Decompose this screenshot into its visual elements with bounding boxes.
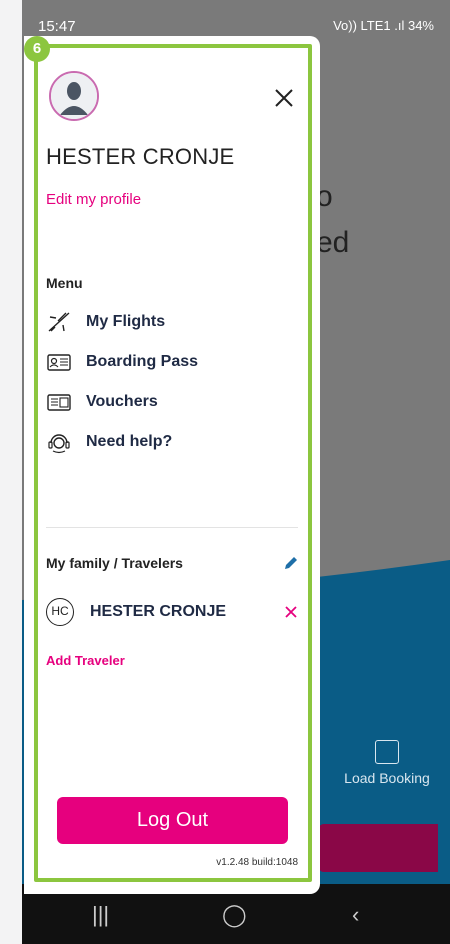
status-time: 15:47 [38, 18, 76, 35]
status-indicators: Vo)) LTE1 .ıl 34% [333, 18, 434, 33]
background-text-2: ed [316, 226, 350, 259]
home-icon[interactable]: ◯ [222, 902, 247, 928]
back-icon[interactable]: ‹ [352, 902, 359, 928]
step-badge: 6 [24, 36, 50, 62]
load-booking-label: Load Booking [344, 770, 430, 786]
calendar-icon [375, 740, 399, 764]
status-bar: 15:47 Vo)) LTE1 .ıl 34% [22, 0, 450, 35]
load-booking-button[interactable]: Load Booking [332, 740, 442, 786]
background-action-button[interactable] [318, 824, 438, 872]
recent-apps-icon[interactable]: ||| [92, 902, 109, 928]
highlight-frame [34, 44, 312, 882]
